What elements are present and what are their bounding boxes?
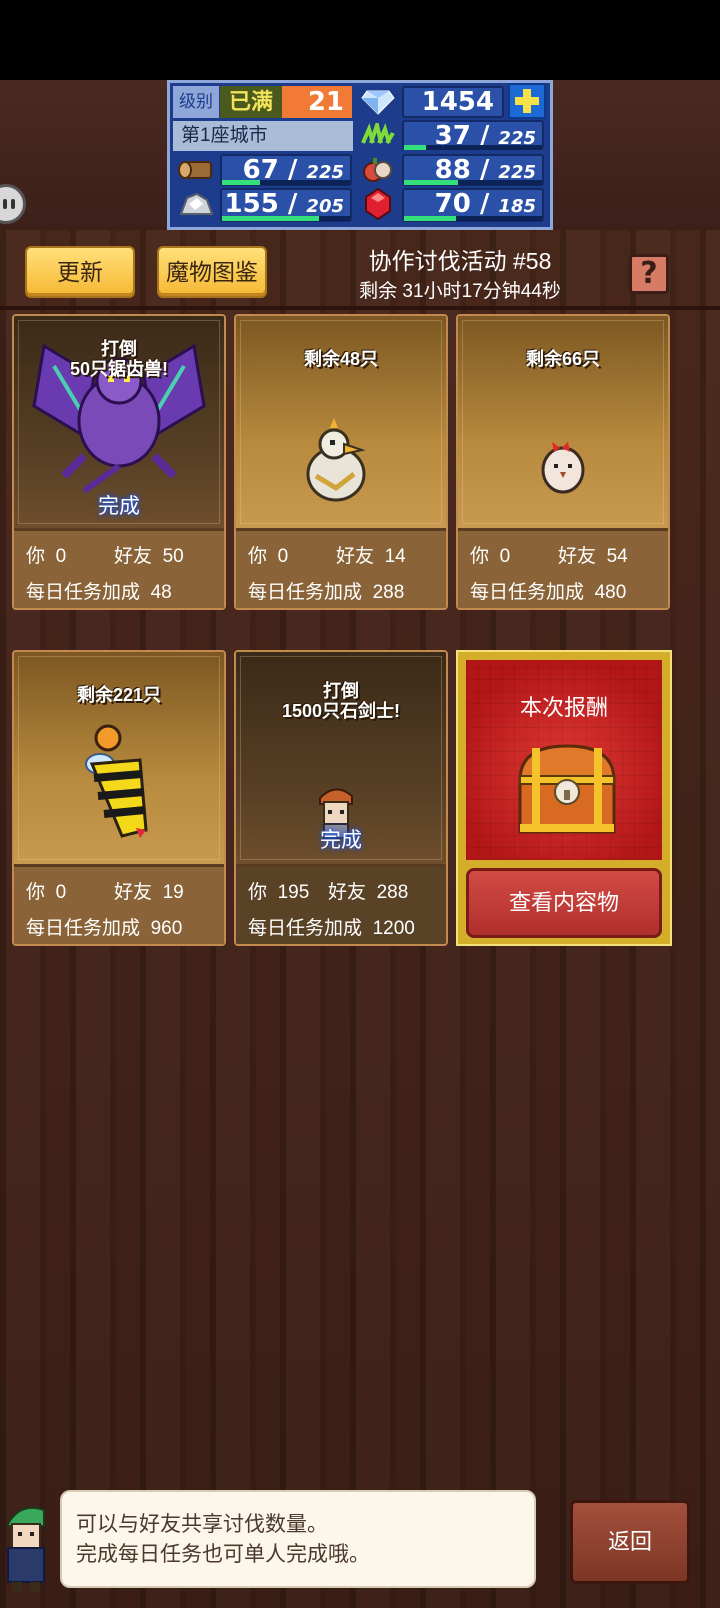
card-title-line1: 打倒 <box>101 339 137 359</box>
reward-background: 本次报酬 <box>466 660 662 860</box>
diamond-icon <box>355 86 401 118</box>
daily-bonus-label: 每日任务加成 <box>26 582 141 603</box>
tip-speech-bubble: 可以与好友共享讨伐数量。 完成每日任务也可单人完成哦。 <box>60 1490 536 1588</box>
card-title-line1: 剩余221只 <box>76 685 162 705</box>
monster-card-5[interactable]: 打倒 1500只石剑士! 完成 你 195 好友 288 每日任务加成 1200 <box>234 650 448 946</box>
monster-card-4[interactable]: 剩余221只 你 0 好友 19 每日任务加成 960 <box>12 650 226 946</box>
daily-bonus-value: 1200 <box>372 918 415 939</box>
card-stats: 你 0 好友 14 每日任务加成 288 <box>236 528 446 608</box>
header-divider <box>0 306 720 310</box>
event-remaining-time: 剩余 31小时17分钟44秒 <box>359 281 561 302</box>
resource-panel: 级别 已满 21 1454 第1座城市 37 / 225 67 / 225 88… <box>167 80 553 230</box>
grass-bar <box>404 145 426 150</box>
ruby-bar <box>404 216 456 221</box>
daily-bonus-label: 每日任务加成 <box>26 918 141 939</box>
grass-icon <box>355 120 401 152</box>
food-icon <box>355 154 401 186</box>
chick-monster-icon <box>541 442 585 494</box>
friend-count: 19 <box>162 882 184 903</box>
city-name: 第1座城市 <box>173 121 353 151</box>
ore-icon <box>173 188 219 220</box>
monster-card-2[interactable]: 剩余48只 你 0 好友 14 每日任务加成 288 <box>234 314 448 610</box>
you-label: 你 <box>470 546 490 567</box>
you-label: 你 <box>248 882 268 903</box>
you-count: 0 <box>55 882 67 903</box>
friend-label: 好友 <box>328 882 367 903</box>
friend-count: 14 <box>384 546 406 567</box>
reward-title: 本次报酬 <box>519 695 608 720</box>
you-count: 0 <box>55 546 67 567</box>
level-max-badge: 已满 <box>220 86 282 118</box>
bird-monster-icon <box>306 418 366 502</box>
friend-label: 好友 <box>558 546 597 567</box>
food-bar <box>404 180 458 185</box>
daily-bonus-value: 480 <box>594 582 627 603</box>
card-title-line1: 剩余48只 <box>303 349 379 369</box>
card-title-line1: 打倒 <box>323 681 359 701</box>
level-label: 级别 <box>173 86 219 118</box>
card-stats: 你 0 好友 54 每日任务加成 480 <box>458 528 668 608</box>
reward-panel: 本次报酬 查看内容物 <box>456 650 672 946</box>
npc-character-icon <box>7 1506 45 1592</box>
refresh-button[interactable]: 更新 <box>25 246 135 298</box>
card-stats: 你 0 好友 50 每日任务加成 48 <box>14 528 224 608</box>
monster-card-3[interactable]: 剩余66只 你 0 好友 54 每日任务加成 480 <box>456 314 670 610</box>
npc-avatar <box>0 1496 54 1596</box>
daily-bonus-label: 每日任务加成 <box>248 918 363 939</box>
friend-count: 50 <box>162 546 184 567</box>
friend-label: 好友 <box>114 546 153 567</box>
wood-log-icon <box>173 154 219 186</box>
complete-badge: 完成 <box>98 495 140 518</box>
card-stats: 你 0 好友 19 每日任务加成 960 <box>14 864 224 944</box>
you-count: 0 <box>499 546 511 567</box>
tip-line-1: 可以与好友共享讨伐数量。 <box>76 1513 328 1536</box>
plus-icon <box>515 89 539 113</box>
gem-count: 1454 <box>402 86 504 118</box>
complete-badge: 完成 <box>320 829 362 852</box>
you-label: 你 <box>248 546 268 567</box>
add-gems-button[interactable] <box>508 83 546 119</box>
view-contents-button[interactable]: 查看内容物 <box>466 868 662 938</box>
event-title: 协作讨伐活动 #58 <box>368 248 552 274</box>
monster-card-1[interactable]: 打倒 50只锯齿兽! 完成 你 0 好友 50 每日任务加成 48 <box>12 314 226 610</box>
bestiary-button[interactable]: 魔物图鉴 <box>157 246 267 298</box>
daily-bonus-value: 960 <box>150 918 183 939</box>
daily-bonus-label: 每日任务加成 <box>470 582 585 603</box>
daily-bonus-label: 每日任务加成 <box>248 582 363 603</box>
help-button[interactable]: ? <box>629 254 669 294</box>
bee-monster-icon <box>85 724 148 838</box>
ruby-icon <box>355 188 401 220</box>
friend-label: 好友 <box>114 882 153 903</box>
wood-bar <box>222 180 260 185</box>
ore-bar <box>222 216 319 221</box>
you-label: 你 <box>26 546 46 567</box>
card-title-line2: 1500只石剑士! <box>281 701 401 721</box>
back-button[interactable]: 返回 <box>570 1500 690 1584</box>
level-value: 21 <box>282 86 352 118</box>
daily-bonus-value: 288 <box>372 582 405 603</box>
treasure-chest-icon <box>518 744 616 834</box>
you-count: 0 <box>277 546 289 567</box>
friend-label: 好友 <box>336 546 375 567</box>
friend-count: 288 <box>376 882 409 903</box>
you-label: 你 <box>26 882 46 903</box>
card-title-line1: 剩余66只 <box>525 349 601 369</box>
card-title-line2: 50只锯齿兽! <box>69 359 168 379</box>
tip-line-2: 完成每日任务也可单人完成哦。 <box>76 1543 370 1566</box>
card-stats: 你 195 好友 288 每日任务加成 1200 <box>236 864 446 944</box>
you-count: 195 <box>277 882 310 903</box>
daily-bonus-value: 48 <box>150 582 172 603</box>
status-bar <box>0 0 720 80</box>
friend-count: 54 <box>606 546 628 567</box>
